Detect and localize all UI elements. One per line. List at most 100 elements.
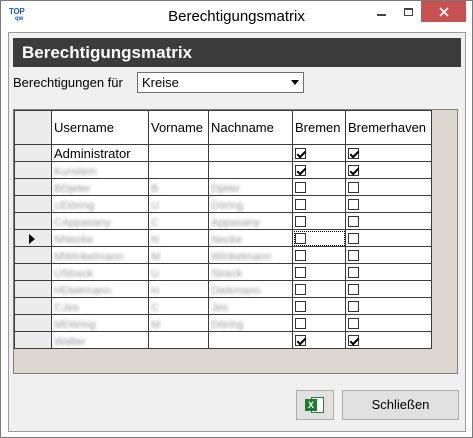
cell-nachname[interactable] xyxy=(208,331,293,349)
bremerhaven-checkbox[interactable] xyxy=(348,199,359,211)
table-row[interactable]: UDöring U Döring xyxy=(14,195,432,213)
bremen-checkbox[interactable] xyxy=(295,318,306,330)
row-selector[interactable] xyxy=(14,144,52,162)
bremen-checkbox[interactable] xyxy=(295,284,306,296)
filter-select[interactable]: Kreise xyxy=(137,72,304,93)
table-row[interactable]: HDiekmann H Diekmann xyxy=(14,280,432,298)
table-row[interactable]: Administrator xyxy=(14,144,432,162)
cell-nachname[interactable]: Jes xyxy=(208,297,293,315)
cell-nachname[interactable]: Diekmann xyxy=(208,280,293,298)
table-row[interactable]: MDöring M Döring xyxy=(14,314,432,332)
bremerhaven-checkbox[interactable] xyxy=(348,216,359,228)
row-selector[interactable] xyxy=(14,178,52,196)
cell-nachname[interactable]: Appasany xyxy=(208,212,293,230)
cell-nachname[interactable]: Streck xyxy=(208,263,293,281)
cell-username[interactable]: MWinkelmann xyxy=(51,246,149,264)
cell-username[interactable]: Administrator xyxy=(51,144,149,162)
bremen-checkbox[interactable] xyxy=(295,301,306,313)
close-window-button[interactable] xyxy=(421,1,466,22)
bremen-checkbox[interactable] xyxy=(295,199,306,211)
column-header-nachname[interactable]: Nachname xyxy=(208,110,293,145)
column-header-vorname[interactable]: Vorname xyxy=(148,110,209,145)
table-row[interactable]: BDjeter B Djeter xyxy=(14,178,432,196)
cell-nachname[interactable] xyxy=(208,161,293,179)
cell-vorname[interactable]: U xyxy=(148,263,209,281)
bremen-checkbox[interactable] xyxy=(295,165,306,177)
excel-export-button[interactable]: X xyxy=(296,390,334,420)
vorname-text: B xyxy=(151,182,159,195)
column-header-bremen[interactable]: Bremen xyxy=(292,110,346,145)
maximize-button[interactable] xyxy=(395,1,422,22)
close-button[interactable]: Schließen xyxy=(342,390,459,420)
cell-vorname[interactable]: C xyxy=(148,212,209,230)
cell-username[interactable]: Walter xyxy=(51,331,149,349)
bremen-checkbox[interactable] xyxy=(295,267,306,279)
title-bar[interactable]: TOP qw Berechtigungsmatrix xyxy=(1,1,472,32)
bremen-checkbox[interactable] xyxy=(295,182,306,194)
row-selector[interactable] xyxy=(14,331,52,349)
minimize-button[interactable] xyxy=(368,1,395,22)
row-selector[interactable] xyxy=(14,246,52,264)
cell-nachname[interactable]: Winkelmann xyxy=(208,246,293,264)
row-selector[interactable] xyxy=(14,229,52,247)
cell-username[interactable]: CAppasany xyxy=(51,212,149,230)
cell-vorname[interactable]: B xyxy=(148,178,209,196)
cell-vorname[interactable] xyxy=(148,331,209,349)
table-row[interactable]: NNecke N Necke xyxy=(14,229,432,247)
cell-nachname[interactable] xyxy=(208,144,293,162)
bremerhaven-checkbox[interactable] xyxy=(348,182,359,194)
cell-username[interactable]: NNecke xyxy=(51,229,149,247)
cell-username[interactable]: UStreck xyxy=(51,263,149,281)
bremerhaven-checkbox[interactable] xyxy=(348,250,359,262)
cell-nachname[interactable]: Necke xyxy=(208,229,293,247)
bremerhaven-checkbox[interactable] xyxy=(348,165,359,177)
cell-vorname[interactable]: U xyxy=(148,195,209,213)
cell-nachname[interactable]: Djeter xyxy=(208,178,293,196)
column-header-bremerhaven[interactable]: Bremerhaven xyxy=(345,110,432,145)
cell-nachname[interactable]: Döring xyxy=(208,195,293,213)
chevron-down-icon[interactable] xyxy=(287,73,303,92)
row-selector[interactable] xyxy=(14,314,52,332)
table-row[interactable]: MWinkelmann M Winkelmann xyxy=(14,246,432,264)
row-selector[interactable] xyxy=(14,161,52,179)
bremerhaven-checkbox[interactable] xyxy=(348,335,359,347)
bremerhaven-checkbox[interactable] xyxy=(348,318,359,330)
bremerhaven-checkbox[interactable] xyxy=(348,233,359,245)
table-row[interactable]: Walter xyxy=(14,331,432,349)
bremen-checkbox[interactable] xyxy=(295,216,306,228)
row-header-corner[interactable] xyxy=(14,110,52,145)
bremerhaven-checkbox[interactable] xyxy=(348,301,359,313)
bremen-checkbox[interactable] xyxy=(295,250,306,262)
cell-username[interactable]: HDiekmann xyxy=(51,280,149,298)
row-selector[interactable] xyxy=(14,263,52,281)
bremen-checkbox[interactable] xyxy=(295,148,306,160)
bremerhaven-checkbox[interactable] xyxy=(348,284,359,296)
table-row[interactable]: CJes C Jes xyxy=(14,297,432,315)
bremen-checkbox[interactable] xyxy=(295,335,306,347)
cell-vorname[interactable] xyxy=(148,144,209,162)
bremen-checkbox[interactable] xyxy=(295,233,306,245)
bremerhaven-checkbox[interactable] xyxy=(348,267,359,279)
cell-username[interactable]: BDjeter xyxy=(51,178,149,196)
cell-username[interactable]: UDöring xyxy=(51,195,149,213)
row-selector[interactable] xyxy=(14,297,52,315)
cell-vorname[interactable]: N xyxy=(148,229,209,247)
cell-vorname[interactable]: C xyxy=(148,297,209,315)
cell-vorname[interactable]: M xyxy=(148,246,209,264)
table-row[interactable]: UStreck U Streck xyxy=(14,263,432,281)
permission-grid[interactable]: Username Vorname Nachname Bremen Bremerh… xyxy=(13,109,458,374)
cell-username[interactable]: Kunstein xyxy=(51,161,149,179)
row-selector[interactable] xyxy=(14,280,52,298)
cell-vorname[interactable]: M xyxy=(148,314,209,332)
cell-vorname[interactable]: H xyxy=(148,280,209,298)
cell-username[interactable]: MDöring xyxy=(51,314,149,332)
table-row[interactable]: CAppasany C Appasany xyxy=(14,212,432,230)
cell-username[interactable]: CJes xyxy=(51,297,149,315)
table-row[interactable]: Kunstein xyxy=(14,161,432,179)
row-selector[interactable] xyxy=(14,212,52,230)
column-header-username[interactable]: Username xyxy=(51,110,149,145)
bremerhaven-checkbox[interactable] xyxy=(348,148,359,160)
row-selector[interactable] xyxy=(14,195,52,213)
cell-vorname[interactable] xyxy=(148,161,209,179)
cell-nachname[interactable]: Döring xyxy=(208,314,293,332)
